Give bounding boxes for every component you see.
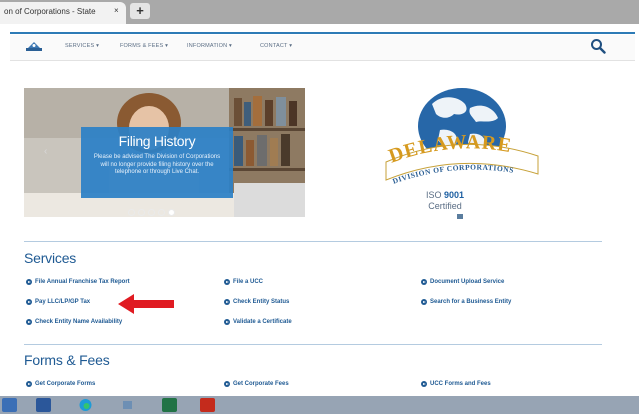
arrow-bullet-icon: [26, 381, 32, 387]
delaware-seal-logo: DELAWARE DIVISION OF CORPORATIONS: [385, 88, 539, 186]
excel-taskbar-icon[interactable]: [162, 398, 177, 412]
arrow-bullet-icon: [224, 381, 230, 387]
arrow-bullet-icon: [421, 381, 427, 387]
carousel-dots: [128, 203, 178, 216]
iso-mark-icon: [457, 214, 463, 219]
nav-item-services[interactable]: SERVICES ▾: [65, 43, 99, 49]
search-icon[interactable]: [590, 38, 606, 54]
site-nav: SERVICES ▾ FORMS & FEES ▾ INFORMATION ▾ …: [10, 35, 635, 61]
arrow-bullet-icon: [421, 279, 427, 285]
hero-title: Filing History: [118, 133, 196, 149]
acrobat-taskbar-icon[interactable]: [200, 398, 215, 412]
carousel-dot-active[interactable]: [168, 209, 175, 216]
nav-item-contact[interactable]: CONTACT ▾: [260, 43, 292, 49]
link-pay-llc-lp-gp-tax[interactable]: Pay LLC/LP/GP Tax: [26, 299, 90, 305]
browser-tab-title: on of Corporations - State: [4, 7, 96, 16]
link-ucc-forms-fees[interactable]: UCC Forms and Fees: [421, 381, 491, 387]
arrow-bullet-icon: [224, 279, 230, 285]
services-title: Services: [24, 250, 77, 266]
iso-label: ISO 9001: [425, 190, 465, 200]
arrow-bullet-icon: [224, 299, 230, 305]
link-document-upload-service[interactable]: Document Upload Service: [421, 279, 504, 285]
nav-top-line: [10, 32, 635, 34]
link-check-entity-status[interactable]: Check Entity Status: [224, 299, 289, 305]
hero-caption-box: Filing History Please be advised The Div…: [81, 127, 233, 198]
link-file-annual-franchise-tax[interactable]: File Annual Franchise Tax Report: [26, 279, 130, 285]
link-search-business-entity[interactable]: Search for a Business Entity: [421, 299, 511, 305]
browser-tab[interactable]: on of Corporations - State: [0, 2, 126, 24]
red-pointer-arrow-icon: [118, 294, 174, 314]
file-explorer-taskbar-icon[interactable]: [2, 398, 17, 412]
link-get-corporate-forms[interactable]: Get Corporate Forms: [26, 381, 95, 387]
arrow-bullet-icon: [26, 299, 32, 305]
nav-item-information[interactable]: INFORMATION ▾: [187, 43, 232, 49]
site-logo-icon[interactable]: [25, 40, 43, 52]
forms-fees-title: Forms & Fees: [24, 352, 110, 368]
network-taskbar-icon[interactable]: [120, 398, 135, 412]
link-file-ucc[interactable]: File a UCC: [224, 279, 263, 285]
link-get-corporate-fees[interactable]: Get Corporate Fees: [224, 381, 289, 387]
arrow-bullet-icon: [26, 279, 32, 285]
browser-tab-strip: on of Corporations - State × +: [0, 0, 639, 24]
section-divider: [24, 344, 602, 345]
arrow-bullet-icon: [421, 299, 427, 305]
word-taskbar-icon[interactable]: [36, 398, 51, 412]
arrow-bullet-icon: [224, 319, 230, 325]
hero-text: Please be advised The Division of Corpor…: [93, 154, 221, 175]
carousel-dot[interactable]: [138, 209, 145, 216]
carousel-prev-icon[interactable]: ‹: [44, 146, 47, 157]
carousel-dot[interactable]: [128, 209, 135, 216]
link-validate-certificate[interactable]: Validate a Certificate: [224, 319, 292, 325]
carousel-dot[interactable]: [148, 209, 155, 216]
tab-close-icon[interactable]: ×: [114, 7, 119, 15]
section-divider: [24, 241, 602, 242]
edge-browser-taskbar-icon[interactable]: [78, 398, 93, 412]
arrow-bullet-icon: [26, 319, 32, 325]
new-tab-button[interactable]: +: [130, 3, 150, 19]
link-check-entity-name-availability[interactable]: Check Entity Name Availability: [26, 319, 122, 325]
carousel-dot[interactable]: [158, 209, 165, 216]
iso-certified-label: Certified: [428, 201, 462, 211]
hero-carousel[interactable]: ‹ Filing History Please be advised The D…: [24, 88, 305, 217]
taskbar: [0, 396, 639, 414]
nav-item-forms-fees[interactable]: FORMS & FEES ▾: [120, 43, 168, 49]
